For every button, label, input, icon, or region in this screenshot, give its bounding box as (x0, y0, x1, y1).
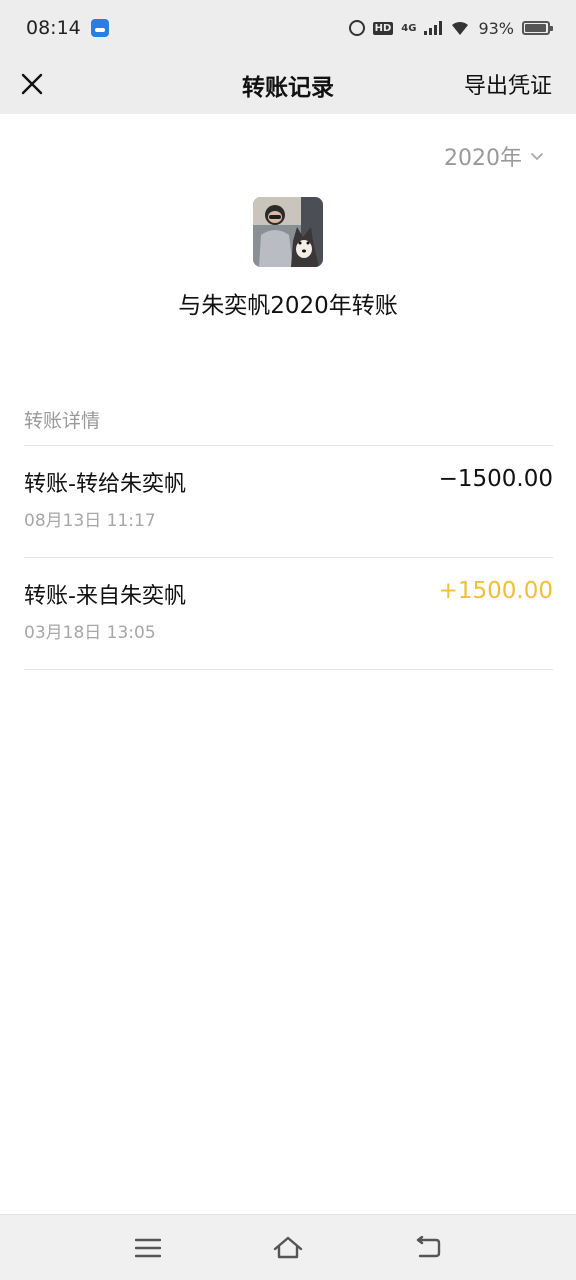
status-time: 08:14 (26, 17, 81, 39)
menu-icon (135, 1238, 161, 1257)
transfer-header-title: 与朱奕帆2020年转账 (178, 293, 398, 319)
back-icon (416, 1235, 441, 1257)
status-bar: 08:14 HD 4G 93% (0, 0, 576, 56)
year-value: 2020年 (444, 146, 522, 171)
battery-percent: 93% (478, 18, 514, 38)
avatar (253, 197, 323, 267)
transfer-record-item[interactable]: 转账-转给朱奕帆 08月13日 11:17 −1500.00 (24, 446, 553, 558)
export-voucher-button[interactable]: 导出凭证 (464, 68, 552, 100)
close-icon (21, 73, 43, 95)
nav-bar: 转账记录 导出凭证 (0, 56, 576, 114)
chevron-down-icon (531, 153, 543, 161)
home-button[interactable] (268, 1228, 308, 1268)
record-date: 08月13日 11:17 (24, 511, 156, 531)
system-nav-bar (0, 1214, 576, 1280)
network-type: 4G (401, 22, 417, 34)
app-notification-icon (90, 19, 109, 37)
year-selector[interactable]: 2020年 (444, 140, 544, 172)
divider (24, 669, 553, 670)
transfer-record-item[interactable]: 转账-来自朱奕帆 03月18日 13:05 +1500.00 (24, 558, 553, 670)
signal-icon (424, 21, 443, 35)
record-amount: +1500.00 (438, 578, 553, 604)
hd-icon: HD (372, 21, 394, 35)
menu-button[interactable] (128, 1228, 168, 1268)
record-amount: −1500.00 (438, 466, 553, 492)
record-title: 转账-来自朱奕帆 (24, 584, 186, 609)
record-date: 03月18日 13:05 (24, 623, 156, 643)
wifi-icon (450, 20, 470, 36)
page-title: 转账记录 (242, 75, 334, 101)
record-title: 转账-转给朱奕帆 (24, 472, 186, 497)
section-label: 转账详情 (24, 410, 101, 432)
close-button[interactable] (14, 66, 50, 102)
status-indicators: HD 4G 93% (348, 18, 553, 38)
home-icon (273, 1236, 303, 1258)
battery-icon (522, 21, 553, 35)
back-button[interactable] (408, 1228, 448, 1268)
alarm-icon (348, 20, 365, 36)
